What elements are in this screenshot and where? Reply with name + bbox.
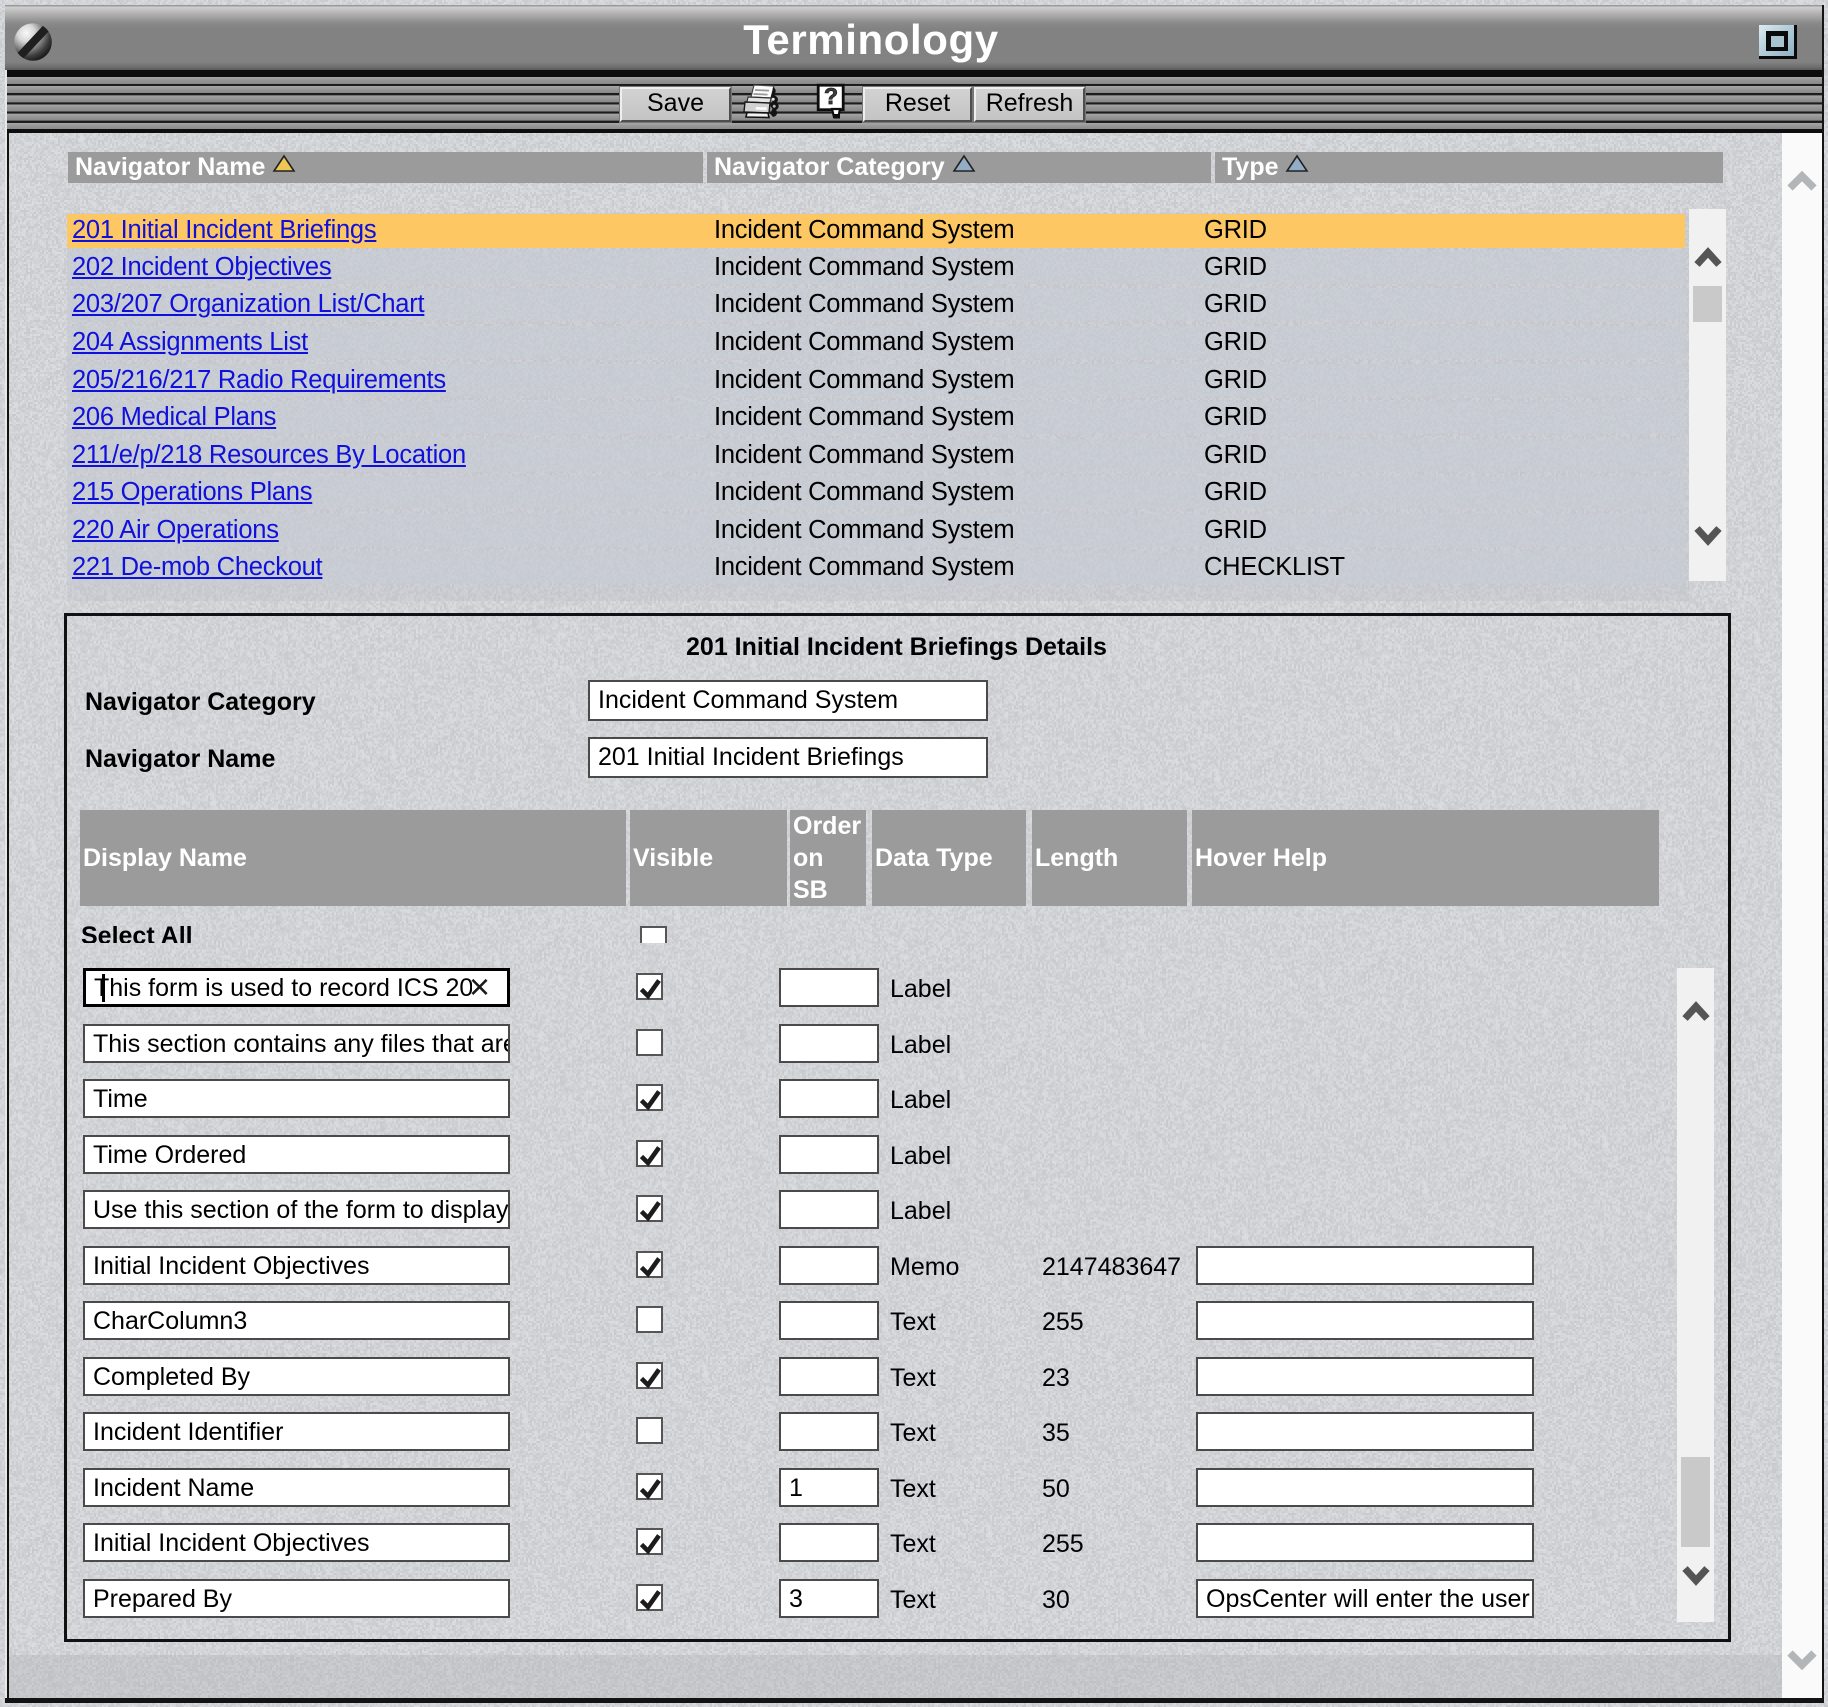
svg-text:?: ? <box>824 83 838 109</box>
